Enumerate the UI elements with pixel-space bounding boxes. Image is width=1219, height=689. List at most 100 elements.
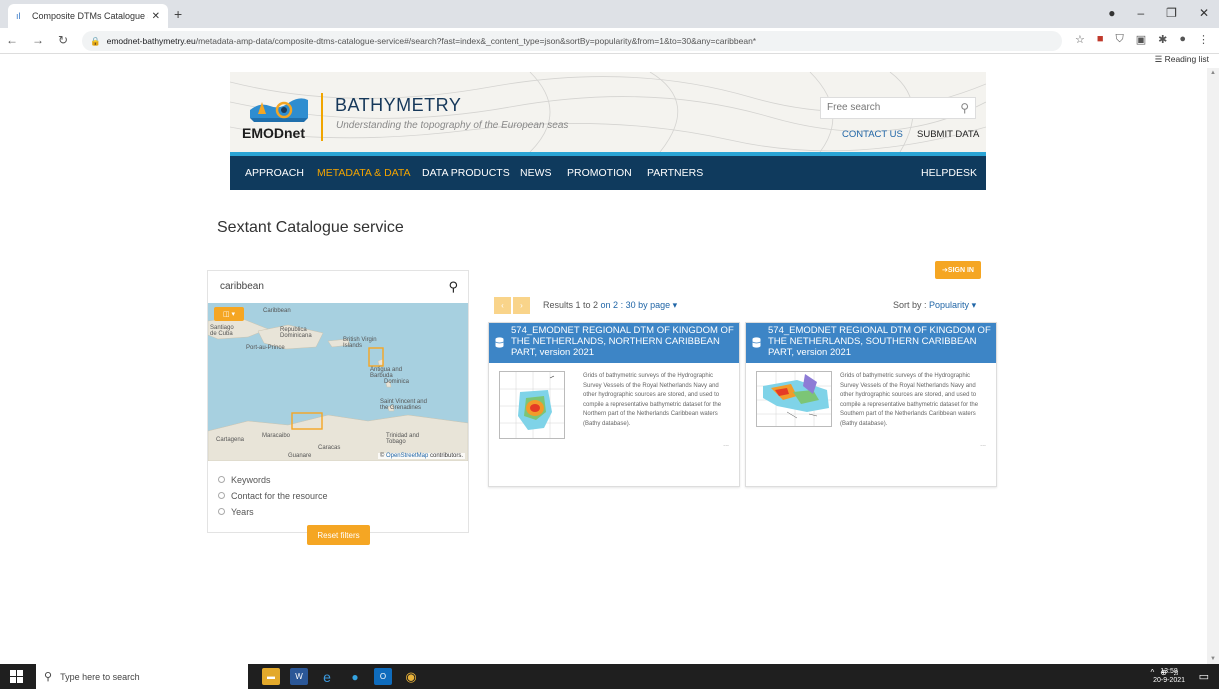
catalogue-search-input[interactable]: caribbean ⚲ (208, 271, 468, 303)
extensions-puzzle-icon[interactable]: ✱ (1158, 33, 1167, 46)
nav-news[interactable]: NEWS (520, 167, 552, 179)
nav-approach[interactable]: APPROACH (245, 167, 304, 179)
site-tagline: Understanding the topography of the Euro… (336, 120, 569, 131)
result-thumbnail[interactable] (756, 371, 832, 427)
free-search-input[interactable]: Free search ⚲ (820, 97, 976, 119)
menu-kebab-icon[interactable]: ⋮ (1198, 33, 1209, 46)
logo-text: EMODnet (242, 125, 305, 141)
new-tab-icon[interactable]: + (174, 6, 182, 22)
outlook-icon[interactable]: O (374, 668, 392, 685)
search-icon[interactable]: ⚲ (960, 101, 969, 115)
map-label: Guanare (288, 453, 312, 459)
reset-filters-button[interactable]: Reset filters (307, 525, 370, 545)
sort-control: Sort by : Popularity ▾ (893, 300, 977, 310)
sign-in-button[interactable]: ➔ SIGN IN (935, 261, 981, 279)
facet-contact[interactable]: Contact for the resource (218, 490, 328, 501)
tab-title: Composite DTMs Catalogue serv (32, 11, 148, 21)
radio-icon (218, 492, 225, 499)
map-label: Cartagena (216, 437, 245, 443)
scroll-up-icon[interactable]: ▲ (1210, 70, 1216, 76)
chevron-right-icon: › (520, 301, 523, 310)
facet-keywords[interactable]: Keywords (218, 474, 328, 485)
previous-page-button[interactable]: ‹ (494, 297, 511, 314)
taskbar-search-input[interactable]: ⚲ Type here to search (36, 664, 248, 689)
openstreetmap-link[interactable]: OpenStreetMap (386, 453, 428, 459)
main-navigation: APPROACH METADATA & DATA DATA PRODUCTS N… (230, 152, 986, 190)
extent-map[interactable]: ◫ ▾ Caribbean Santiago de Cuba Republica… (208, 303, 468, 461)
close-window-icon[interactable]: ✕ (1199, 6, 1209, 20)
result-thumbnail[interactable] (499, 371, 565, 439)
forward-icon[interactable]: → (32, 33, 44, 47)
search-filter-panel: caribbean ⚲ ◫ ▾ Caribbean Santiago de Cu… (207, 270, 469, 533)
browser-tabstrip: ıl Composite DTMs Catalogue serv ✕ + ● –… (0, 0, 1219, 28)
facet-years[interactable]: Years (218, 506, 328, 517)
map-land (208, 316, 468, 461)
address-bar: ← → ↻ ⌂ 🔒 emodnet-bathymetry.eu/metadata… (0, 28, 1219, 54)
submit-data-link[interactable]: SUBMIT DATA (917, 129, 979, 140)
result-card[interactable]: 574_EMODNET REGIONAL DTM OF KINGDOM OF T… (488, 322, 740, 487)
results-count: Results 1 to 2 on 2 : 30 by page ▾ (543, 300, 678, 310)
profile-icon[interactable]: ● (1108, 6, 1115, 20)
chrome-icon[interactable]: ◉ (402, 668, 420, 685)
result-more[interactable]: ... (723, 441, 729, 448)
result-card[interactable]: 574_EMODNET REGIONAL DTM OF KINGDOM OF T… (745, 322, 997, 487)
lock-icon: 🔒 (90, 35, 101, 46)
result-title-link[interactable]: 574_EMODNET REGIONAL DTM OF KINGDOM OF T… (746, 323, 996, 363)
database-icon (752, 337, 761, 348)
next-page-button[interactable]: › (513, 297, 530, 314)
taskbar-clock[interactable]: 13:58 20-9-2021 (1153, 667, 1185, 685)
bookmark-star-icon[interactable]: ☆ (1075, 33, 1085, 46)
windows-start-icon[interactable] (10, 670, 23, 683)
file-explorer-icon[interactable]: ▬ (262, 668, 280, 685)
windows-taskbar: ⚲ Type here to search ▬ W e ● O ◉ ^ ⊕ ♫ … (0, 664, 1219, 689)
layers-icon: ◫ ▾ (222, 311, 236, 318)
nav-data-products[interactable]: DATA PRODUCTS (422, 167, 510, 179)
notification-icon[interactable]: ▭ (1199, 670, 1209, 683)
extension-box-icon[interactable]: ▣ (1136, 33, 1146, 46)
close-tab-icon[interactable]: ✕ (152, 11, 160, 22)
map-label: Saint Vincent and the Grenadines (380, 399, 427, 411)
result-more[interactable]: ... (980, 441, 986, 448)
facet-list: Keywords Contact for the resource Years (218, 474, 328, 522)
reading-list-button[interactable]: ☰ Reading list (1155, 54, 1209, 65)
browser-tab[interactable]: ıl Composite DTMs Catalogue serv ✕ (8, 4, 168, 28)
shield-icon[interactable]: ⛉ (1115, 33, 1123, 46)
page-size-dropdown[interactable]: on 2 : 30 by page ▾ (601, 300, 678, 310)
nav-helpdesk[interactable]: HELPDESK (921, 167, 977, 179)
reload-icon[interactable]: ↻ (58, 33, 68, 47)
result-title-link[interactable]: 574_EMODNET REGIONAL DTM OF KINGDOM OF T… (489, 323, 739, 363)
nav-partners[interactable]: PARTNERS (647, 167, 703, 179)
result-description: Grids of bathymetric surveys of the Hydr… (840, 373, 979, 427)
bookmarks-bar: ☰ Reading list (0, 54, 1219, 68)
radio-icon (218, 476, 225, 483)
search-icon[interactable]: ⚲ (448, 279, 458, 295)
nav-metadata-data[interactable]: METADATA & DATA (317, 167, 411, 179)
back-icon[interactable]: ← (6, 33, 18, 47)
site-favicon-icon: ıl (16, 11, 21, 21)
skype-icon[interactable]: ● (346, 668, 364, 685)
page-scrollbar[interactable]: ▲ ▼ (1207, 68, 1219, 664)
minimize-icon[interactable]: – (1137, 6, 1144, 20)
map-label: Santiago de Cuba (210, 325, 234, 337)
internet-explorer-icon[interactable]: e (318, 668, 336, 685)
scroll-down-icon[interactable]: ▼ (1210, 656, 1216, 662)
site-title: BATHYMETRY (335, 95, 462, 115)
map-label: Trinidad and Tobago (386, 433, 420, 445)
extension-icon[interactable]: ■ (1097, 33, 1104, 46)
map-layer-button[interactable]: ◫ ▾ (214, 307, 244, 321)
maximize-icon[interactable]: ❐ (1166, 6, 1177, 20)
nav-promotion[interactable]: PROMOTION (567, 167, 632, 179)
map-attribution: © OpenStreetMap contributors. (377, 453, 465, 459)
account-icon[interactable]: ● (1179, 33, 1186, 46)
radio-icon (218, 508, 225, 515)
chevron-left-icon: ‹ (501, 301, 504, 310)
map-label: Maracaibo (262, 433, 291, 439)
reading-list-icon: ☰ (1154, 54, 1165, 64)
bathymetry-thumbnail-image (500, 372, 564, 438)
url-input[interactable]: 🔒 emodnet-bathymetry.eu/metadata-amp-dat… (82, 31, 1062, 51)
contact-us-link[interactable]: CONTACT US (842, 129, 903, 140)
search-icon: ⚲ (44, 671, 53, 683)
sort-dropdown[interactable]: Popularity ▾ (929, 300, 976, 310)
word-icon[interactable]: W (290, 668, 308, 685)
map-label: Republica Dominicana (280, 327, 312, 339)
